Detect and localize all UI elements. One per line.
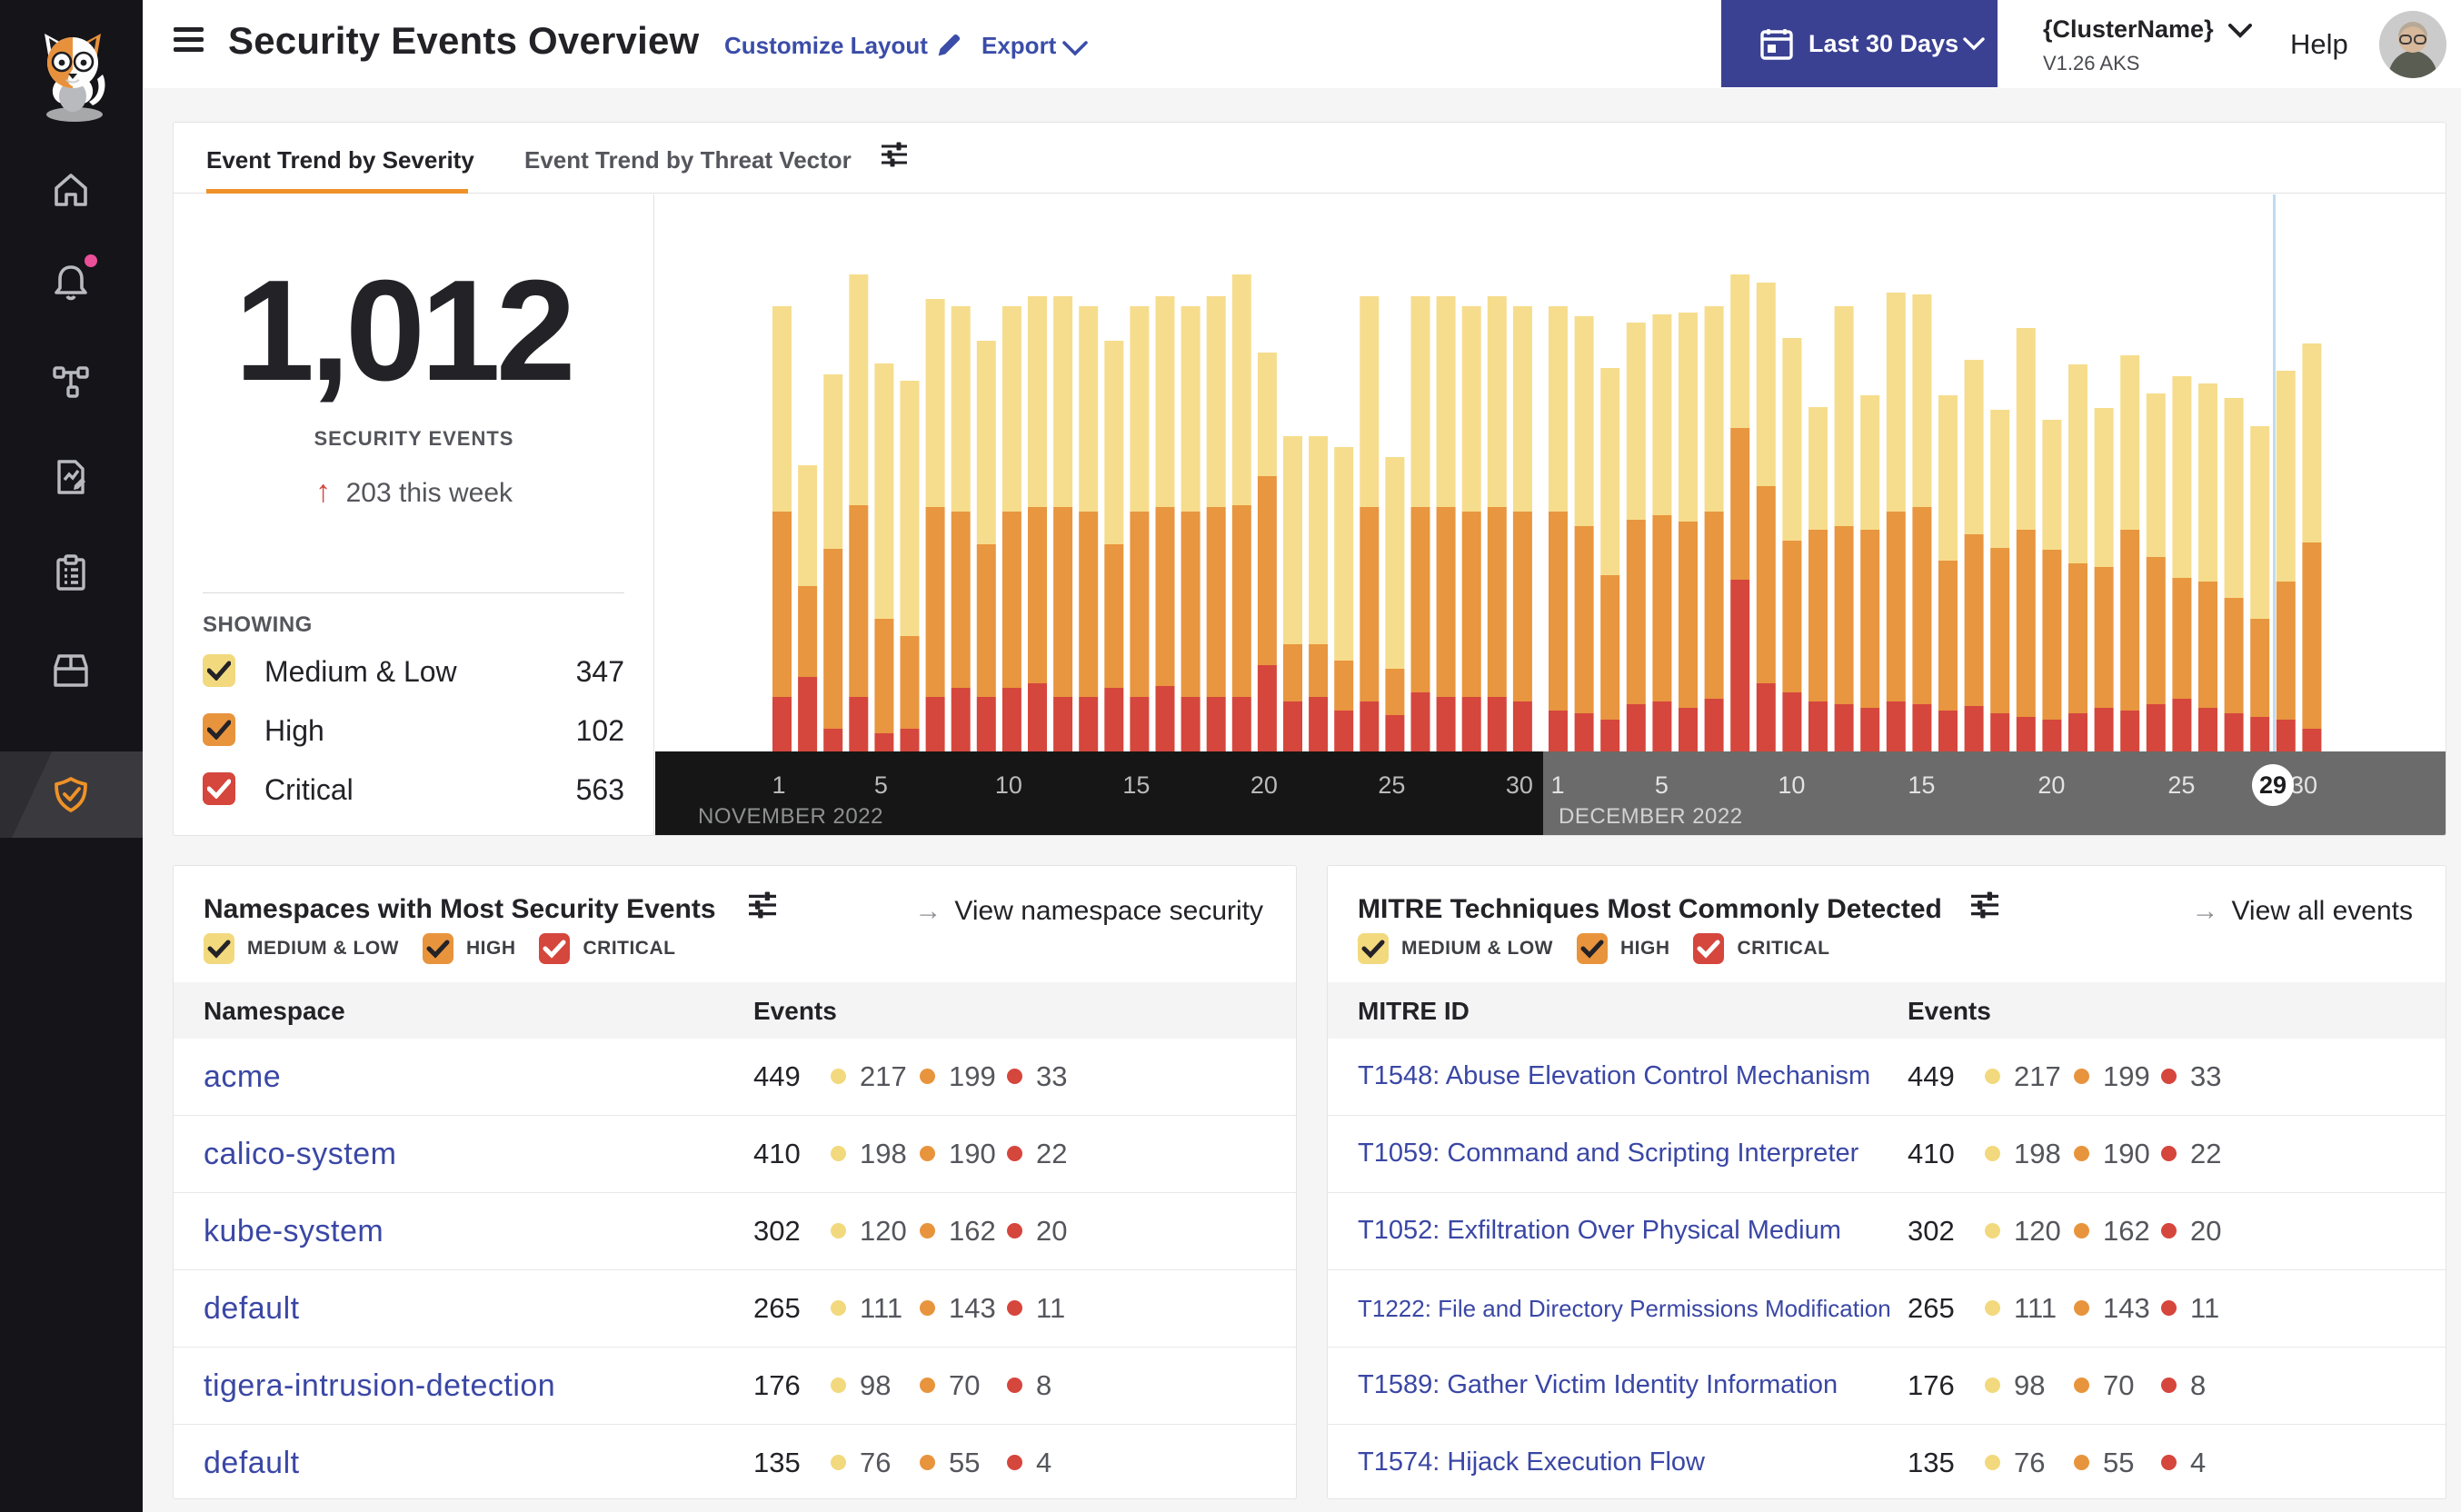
svg-text:DECEMBER 2022: DECEMBER 2022 bbox=[1559, 804, 1743, 829]
svg-text:1: 1 bbox=[1550, 771, 1564, 799]
svg-text:25: 25 bbox=[2167, 771, 2195, 799]
svg-text:5: 5 bbox=[874, 771, 888, 799]
svg-text:20: 20 bbox=[1250, 771, 1278, 799]
svg-text:1: 1 bbox=[772, 771, 785, 799]
svg-text:30: 30 bbox=[1506, 771, 1533, 799]
svg-text:29: 29 bbox=[2259, 771, 2287, 799]
svg-text:20: 20 bbox=[2038, 771, 2065, 799]
svg-text:NOVEMBER 2022: NOVEMBER 2022 bbox=[698, 804, 883, 829]
svg-text:25: 25 bbox=[1378, 771, 1405, 799]
svg-text:15: 15 bbox=[1908, 771, 1935, 799]
svg-text:10: 10 bbox=[1778, 771, 1805, 799]
svg-text:5: 5 bbox=[1655, 771, 1669, 799]
svg-text:30: 30 bbox=[2290, 771, 2317, 799]
svg-text:10: 10 bbox=[995, 771, 1022, 799]
svg-text:15: 15 bbox=[1122, 771, 1150, 799]
